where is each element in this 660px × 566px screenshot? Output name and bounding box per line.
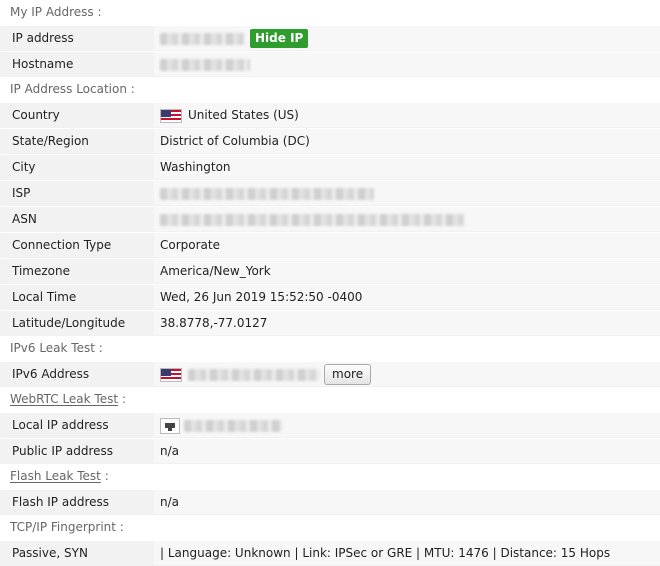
isp-redacted bbox=[160, 187, 374, 200]
section-ipv6-title: IPv6 Leak Test : bbox=[10, 341, 103, 355]
more-button[interactable]: more bbox=[324, 364, 372, 385]
public-ip-label: Public IP address bbox=[4, 439, 156, 463]
local-time-label: Local Time bbox=[4, 285, 156, 309]
section-ipv6-header: IPv6 Leak Test : bbox=[0, 336, 660, 361]
row-public-ip: Public IP address n/a bbox=[0, 438, 660, 464]
ip-address-redacted bbox=[160, 32, 244, 45]
section-flash-header: Flash Leak Test : bbox=[0, 464, 660, 489]
section-my-ip-title: My IP Address : bbox=[10, 5, 102, 19]
asn-value bbox=[154, 207, 660, 231]
section-my-ip-header: My IP Address : bbox=[0, 0, 660, 25]
connection-type-value: Corporate bbox=[154, 233, 660, 257]
section-flash-colon: : bbox=[100, 469, 109, 483]
state-value: District of Columbia (DC) bbox=[154, 129, 660, 153]
isp-label: ISP bbox=[4, 181, 156, 205]
section-tcpip-header: TCP/IP Fingerprint : bbox=[0, 515, 660, 540]
row-isp: ISP bbox=[0, 180, 660, 206]
row-ipv6-address: IPv6 Address more bbox=[0, 361, 660, 387]
country-value: United States (US) bbox=[154, 103, 660, 127]
section-webrtc-colon: : bbox=[118, 392, 126, 406]
row-country: Country United States (US) bbox=[0, 102, 660, 128]
row-passive-syn: Passive, SYN | Language: Unknown | Link:… bbox=[0, 540, 660, 566]
city-label: City bbox=[4, 155, 156, 179]
row-lat-lon: Latitude/Longitude 38.8778,-77.0127 bbox=[0, 310, 660, 336]
row-flash-ip: Flash IP address n/a bbox=[0, 489, 660, 515]
flash-leak-test-link[interactable]: Flash Leak Test bbox=[10, 469, 101, 483]
local-ip-label: Local IP address bbox=[4, 413, 156, 437]
hostname-label: Hostname bbox=[4, 52, 156, 76]
section-location-title: IP Address Location : bbox=[10, 82, 135, 96]
city-value: Washington bbox=[154, 155, 660, 179]
network-icon bbox=[160, 417, 180, 434]
webrtc-leak-test-link[interactable]: WebRTC Leak Test bbox=[10, 392, 118, 406]
row-state: State/Region District of Columbia (DC) bbox=[0, 128, 660, 154]
isp-value bbox=[154, 181, 660, 205]
row-hostname: Hostname bbox=[0, 51, 660, 77]
row-connection-type: Connection Type Corporate bbox=[0, 232, 660, 258]
public-ip-value: n/a bbox=[154, 439, 660, 463]
row-local-ip: Local IP address bbox=[0, 412, 660, 438]
timezone-value: America/New_York bbox=[154, 259, 660, 283]
ip-address-value: Hide IP bbox=[154, 26, 660, 50]
section-webrtc-header: WebRTC Leak Test : bbox=[0, 387, 660, 412]
flash-ip-value: n/a bbox=[154, 490, 660, 514]
us-flag-icon bbox=[160, 108, 182, 123]
timezone-label: Timezone bbox=[4, 259, 156, 283]
section-tcpip-title: TCP/IP Fingerprint : bbox=[10, 520, 124, 534]
row-local-time: Local Time Wed, 26 Jun 2019 15:52:50 -04… bbox=[0, 284, 660, 310]
ipv6-address-value: more bbox=[154, 362, 660, 386]
row-asn: ASN bbox=[0, 206, 660, 232]
hostname-redacted bbox=[160, 58, 250, 71]
ip-address-label: IP address bbox=[4, 26, 156, 50]
row-city: City Washington bbox=[0, 154, 660, 180]
state-label: State/Region bbox=[4, 129, 156, 153]
local-ip-redacted bbox=[184, 419, 282, 432]
ipv6-redacted bbox=[188, 368, 320, 381]
country-text: United States (US) bbox=[188, 108, 299, 122]
passive-syn-value: | Language: Unknown | Link: IPSec or GRE… bbox=[154, 541, 660, 565]
hide-ip-button[interactable]: Hide IP bbox=[250, 29, 309, 48]
hostname-value bbox=[154, 52, 660, 76]
asn-label: ASN bbox=[4, 207, 156, 231]
ipv6-address-label: IPv6 Address bbox=[4, 362, 156, 386]
lat-lon-label: Latitude/Longitude bbox=[4, 311, 156, 335]
connection-type-label: Connection Type bbox=[4, 233, 156, 257]
local-time-value: Wed, 26 Jun 2019 15:52:50 -0400 bbox=[154, 285, 660, 309]
section-location-header: IP Address Location : bbox=[0, 77, 660, 102]
ip-info-panel: My IP Address : IP address Hide IP Hostn… bbox=[0, 0, 660, 566]
us-flag-icon bbox=[160, 367, 182, 382]
lat-lon-value: 38.8778,-77.0127 bbox=[154, 311, 660, 335]
country-label: Country bbox=[4, 103, 156, 127]
row-timezone: Timezone America/New_York bbox=[0, 258, 660, 284]
flash-ip-label: Flash IP address bbox=[4, 490, 156, 514]
passive-syn-label: Passive, SYN bbox=[4, 541, 156, 565]
local-ip-value bbox=[154, 413, 660, 437]
row-ip-address: IP address Hide IP bbox=[0, 25, 660, 51]
asn-redacted bbox=[160, 213, 464, 226]
